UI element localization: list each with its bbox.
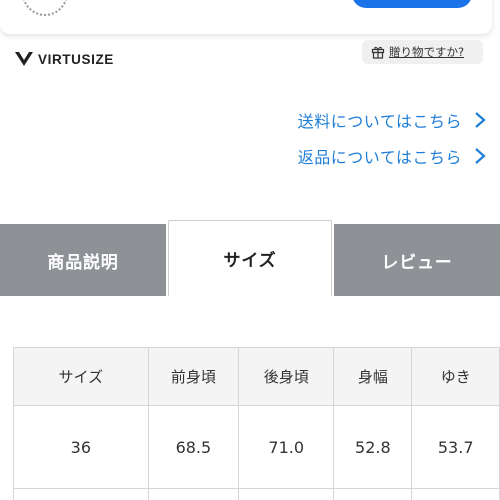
header-cell-back-length: 後身頃 xyxy=(238,347,335,406)
header-cell-size: サイズ xyxy=(13,347,149,406)
shipping-info-label: 送料についてはこちら xyxy=(297,112,462,131)
table-cell xyxy=(238,488,335,500)
product-tabs: 商品説明 サイズ レビュー xyxy=(0,220,500,296)
table-row: 36 68.5 71.0 52.8 53.7 xyxy=(13,405,500,489)
header-cell-sleeve: ゆき xyxy=(411,347,500,406)
table-cell: 68.5 xyxy=(147,405,240,489)
chevron-right-icon xyxy=(475,148,486,164)
header-cell-front-length: 前身頃 xyxy=(147,347,240,406)
returns-info-label: 返品についてはこちら xyxy=(297,148,462,167)
size-table: サイズ 前身頃 後身頃 身幅 ゆき 36 68.5 71.0 52.8 53.7 xyxy=(13,347,500,500)
table-cell: 36 xyxy=(13,405,149,489)
table-cell xyxy=(13,488,149,500)
virtusize-brand-text: VIRTUSIZE xyxy=(38,51,114,67)
tab-reviews[interactable]: レビュー xyxy=(334,224,500,296)
table-cell xyxy=(333,488,413,500)
shipping-info-link[interactable]: 送料についてはこちら xyxy=(298,108,486,132)
tab-size[interactable]: サイズ xyxy=(168,220,332,296)
gift-icon xyxy=(371,46,385,59)
table-row xyxy=(13,488,500,500)
header-cell-width: 身幅 xyxy=(333,347,413,406)
table-cell xyxy=(147,488,240,500)
size-table-container[interactable]: サイズ 前身頃 後身頃 身幅 ゆき 36 68.5 71.0 52.8 53.7 xyxy=(13,347,500,500)
primary-action-button[interactable] xyxy=(352,0,472,8)
table-cell xyxy=(411,488,500,500)
size-table-header-row: サイズ 前身頃 後身頃 身幅 ゆき xyxy=(13,347,500,406)
table-cell: 71.0 xyxy=(238,405,335,489)
returns-info-link[interactable]: 返品についてはこちら xyxy=(298,144,486,168)
chevron-right-icon xyxy=(475,112,486,128)
gift-option-label: 贈り物ですか? xyxy=(389,45,465,59)
gift-option-button[interactable]: 贈り物ですか? xyxy=(362,40,483,64)
virtusize-v-icon xyxy=(15,52,33,66)
table-cell: 52.8 xyxy=(333,405,413,489)
tab-description[interactable]: 商品説明 xyxy=(0,224,166,296)
virtusize-logo[interactable]: VIRTUSIZE xyxy=(14,49,114,69)
table-cell: 53.7 xyxy=(411,405,500,489)
